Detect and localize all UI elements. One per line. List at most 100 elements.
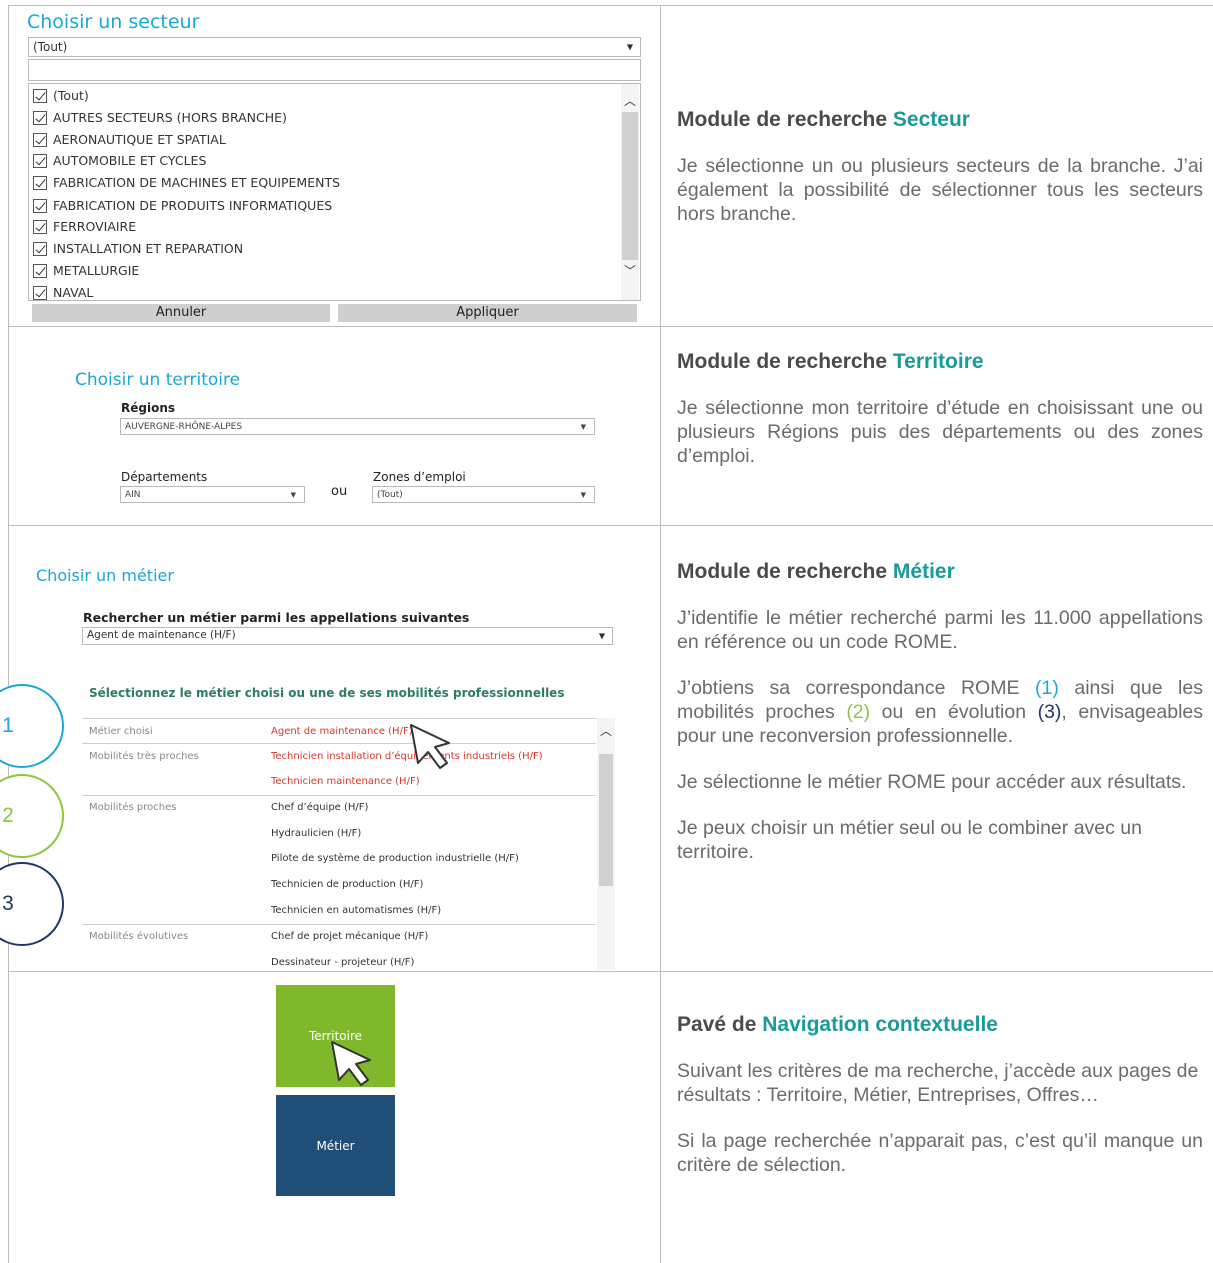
table-row-job[interactable]: Pilote de système de production industri… bbox=[271, 853, 519, 864]
tile-metier[interactable]: Métier bbox=[276, 1095, 395, 1196]
list-item[interactable]: FABRICATION DE MACHINES ET EQUIPEMENTS bbox=[33, 175, 340, 190]
chevron-down-icon: ▼ bbox=[626, 42, 633, 52]
grid-left-line bbox=[8, 5, 9, 1263]
apply-button[interactable]: Appliquer bbox=[338, 304, 637, 322]
regions-label: Régions bbox=[121, 401, 176, 415]
secteur-combo-value: (Tout) bbox=[33, 40, 68, 54]
metier-select-heading: Sélectionnez le métier choisi ou une de … bbox=[89, 686, 565, 700]
secteur-listbox[interactable]: (Tout) AUTRES SECTEURS (HORS BRANCHE) AE… bbox=[28, 83, 641, 301]
circle-marker-1: 1 bbox=[0, 684, 64, 768]
list-item[interactable]: FERROVIAIRE bbox=[33, 219, 136, 234]
table-divider bbox=[82, 795, 596, 796]
metier-title: Choisir un métier bbox=[36, 566, 174, 585]
description-paragraph: Je peux choisir un métier seul ou le com… bbox=[677, 817, 1142, 863]
description-paragraph: Je sélectionne un ou plusieurs secteurs … bbox=[677, 155, 1203, 225]
metier-search-label: Rechercher un métier parmi les appellati… bbox=[83, 610, 470, 625]
grid-row-divider-1 bbox=[8, 326, 1213, 327]
description-paragraph: Je sélectionne mon territoire d’étude en… bbox=[677, 397, 1203, 467]
chevron-down-icon: ▼ bbox=[580, 491, 586, 499]
table-divider bbox=[82, 743, 596, 744]
table-row-job[interactable]: Technicien en automatismes (H/F) bbox=[271, 905, 441, 916]
list-item[interactable]: AUTOMOBILE ET CYCLES bbox=[33, 153, 206, 168]
section-heading: Module de recherche Métier bbox=[677, 560, 955, 583]
table-row-job[interactable]: Technicien de production (H/F) bbox=[271, 879, 423, 890]
table-row-category: Mobilités évolutives bbox=[89, 931, 189, 942]
secteur-combo[interactable]: (Tout) ▼ bbox=[28, 37, 641, 57]
table-row-job[interactable]: Dessinateur - projeteur (H/F) bbox=[271, 957, 414, 968]
scrollbar-thumb[interactable] bbox=[622, 112, 638, 260]
chevron-up-icon[interactable]: ︿ bbox=[624, 92, 636, 109]
metier-search-select[interactable]: Agent de maintenance (H/F) ▼ bbox=[82, 627, 613, 645]
list-item[interactable]: FABRICATION DE PRODUITS INFORMATIQUES bbox=[33, 198, 332, 213]
chevron-up-icon[interactable]: ︿ bbox=[600, 722, 612, 739]
zones-select[interactable]: (Tout) ▼ bbox=[372, 486, 595, 503]
grid-top-line bbox=[8, 5, 1213, 6]
metier-scrollbar[interactable]: ︿ bbox=[597, 718, 615, 970]
checkbox-icon[interactable] bbox=[33, 175, 47, 190]
list-item[interactable]: INSTALLATION ET REPARATION bbox=[33, 241, 243, 256]
table-row-category: Mobilités très proches bbox=[89, 751, 199, 762]
table-row-job[interactable]: Hydraulicien (H/F) bbox=[271, 828, 361, 839]
chevron-down-icon: ▼ bbox=[580, 423, 586, 431]
grid-row-divider-3 bbox=[8, 971, 1213, 972]
table-row-category: Métier choisi bbox=[89, 726, 153, 737]
regions-value: AUVERGNE-RHÔNE-ALPES bbox=[125, 422, 243, 432]
grid-center-line bbox=[660, 5, 661, 1263]
checkbox-icon[interactable] bbox=[33, 241, 47, 256]
table-row-job[interactable]: Technicien maintenance (H/F) bbox=[271, 776, 420, 787]
navigation-description: Pavé de Navigation contextuelle Suivant … bbox=[677, 1013, 1203, 1199]
table-row-job[interactable]: Chef d’équipe (H/F) bbox=[271, 802, 368, 813]
metier-search-value: Agent de maintenance (H/F) bbox=[87, 629, 236, 641]
list-item[interactable]: NAVAL bbox=[33, 285, 93, 300]
chevron-down-icon: ▼ bbox=[598, 631, 605, 641]
mouse-pointer-icon bbox=[331, 1041, 371, 1086]
secteur-description: Module de recherche Secteur Je sélection… bbox=[677, 108, 1203, 248]
table-row-job[interactable]: Agent de maintenance (H/F) bbox=[271, 726, 413, 737]
checkbox-icon[interactable] bbox=[33, 132, 47, 147]
departements-select[interactable]: AIN ▼ bbox=[120, 486, 305, 503]
checkbox-icon[interactable] bbox=[33, 285, 47, 300]
metier-description: Module de recherche Métier J’identifie l… bbox=[677, 560, 1203, 886]
checkbox-icon[interactable] bbox=[33, 263, 47, 278]
description-paragraph: J’obtiens sa correspondance ROME (1) ain… bbox=[677, 677, 1204, 747]
list-item[interactable]: METALLURGIE bbox=[33, 263, 139, 278]
mouse-pointer-icon bbox=[410, 724, 450, 769]
secteur-title: Choisir un secteur bbox=[27, 11, 200, 33]
list-item[interactable]: (Tout) bbox=[33, 88, 89, 103]
checkbox-icon[interactable] bbox=[33, 198, 47, 213]
description-paragraph: Si la page recherchée n’apparait pas, c’… bbox=[677, 1130, 1203, 1176]
secteur-scrollbar[interactable]: ︿ ﹀ bbox=[621, 84, 639, 300]
list-item[interactable]: AERONAUTIQUE ET SPATIAL bbox=[33, 132, 226, 147]
circle-marker-2: 2 bbox=[0, 774, 64, 858]
departements-value: AIN bbox=[125, 490, 141, 500]
grid-row-divider-2 bbox=[8, 525, 1213, 526]
section-heading: Pavé de Navigation contextuelle bbox=[677, 1013, 998, 1036]
checkbox-icon[interactable] bbox=[33, 88, 47, 103]
secteur-search-input[interactable] bbox=[28, 59, 641, 81]
checkbox-icon[interactable] bbox=[33, 219, 47, 234]
section-heading: Module de recherche Territoire bbox=[677, 350, 984, 373]
description-paragraph: J’identifie le métier recherché parmi le… bbox=[677, 607, 1203, 653]
chevron-down-icon[interactable]: ﹀ bbox=[624, 262, 636, 279]
list-item[interactable]: AUTRES SECTEURS (HORS BRANCHE) bbox=[33, 110, 287, 125]
table-row-job[interactable]: Chef de projet mécanique (H/F) bbox=[271, 931, 428, 942]
circle-marker-3: 3 bbox=[0, 862, 64, 946]
checkbox-icon[interactable] bbox=[33, 110, 47, 125]
table-divider bbox=[82, 718, 596, 719]
ou-label: ou bbox=[331, 484, 348, 499]
metier-table: Métier choisi Agent de maintenance (H/F)… bbox=[82, 718, 615, 970]
section-heading: Module de recherche Secteur bbox=[677, 108, 970, 131]
table-row-category: Mobilités proches bbox=[89, 802, 177, 813]
tile-metier-label: Métier bbox=[316, 1138, 355, 1153]
table-row-job[interactable]: Technicien installation d’équipements in… bbox=[271, 751, 543, 762]
description-paragraph: Je sélectionne le métier ROME pour accéd… bbox=[677, 771, 1187, 793]
regions-select[interactable]: AUVERGNE-RHÔNE-ALPES ▼ bbox=[120, 418, 595, 435]
scrollbar-thumb[interactable] bbox=[599, 754, 613, 886]
checkbox-icon[interactable] bbox=[33, 153, 47, 168]
territoire-title: Choisir un territoire bbox=[75, 370, 241, 390]
zones-value: (Tout) bbox=[377, 490, 403, 500]
cancel-button[interactable]: Annuler bbox=[32, 304, 330, 322]
description-paragraph: Suivant les critères de ma recherche, j’… bbox=[677, 1060, 1199, 1106]
zones-label: Zones d’emploi bbox=[373, 470, 466, 484]
chevron-down-icon: ▼ bbox=[290, 491, 296, 499]
